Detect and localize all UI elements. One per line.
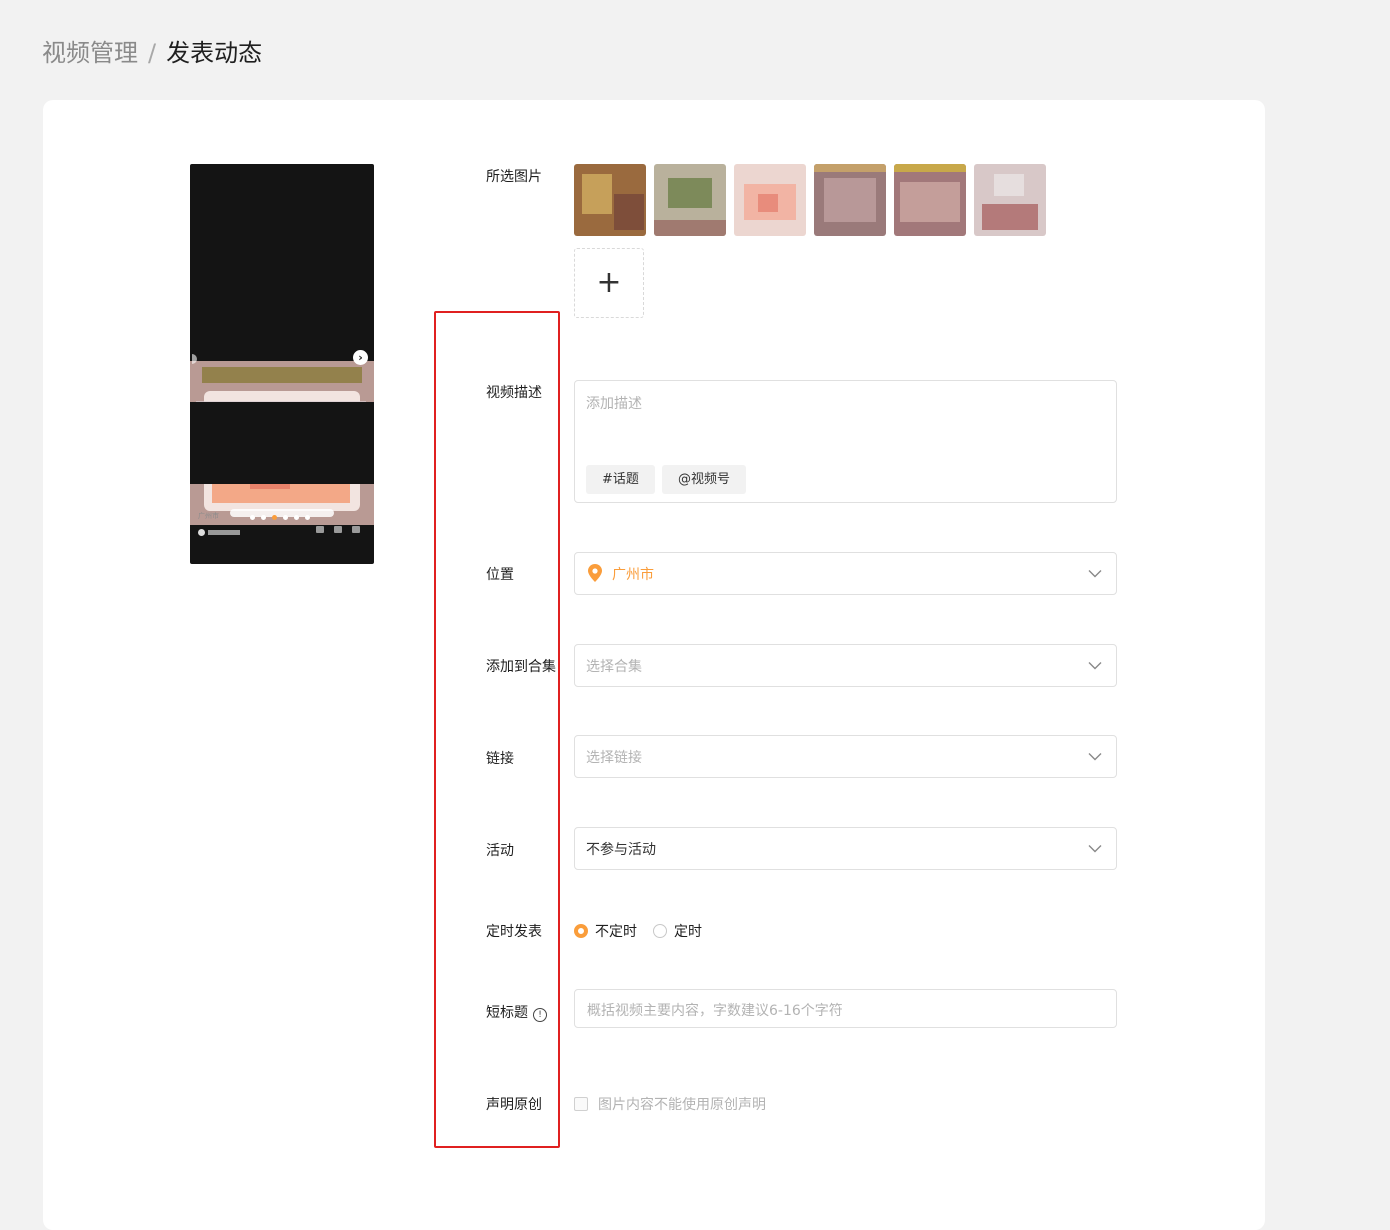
collection-placeholder: 选择合集 [586,659,642,675]
pagination-dot[interactable] [283,515,288,520]
location-select[interactable]: 广州市 [574,552,1117,595]
original-note: 图片内容不能使用原创声明 [598,1097,766,1113]
description-placeholder: 添加描述 [586,396,642,412]
breadcrumb: 视频管理 / 发表动态 [42,36,262,70]
activity-label: 活动 [486,843,514,859]
avatar [198,529,205,536]
preview-pagination [250,515,310,520]
image-thumb[interactable] [654,164,726,236]
chevron-down-icon [1088,570,1102,578]
activity-select[interactable]: 不参与活动 [574,827,1117,870]
chevron-down-icon [1088,845,1102,853]
preview-footer [190,402,374,484]
location-pin-icon [588,564,602,582]
image-thumb[interactable] [734,164,806,236]
description-label: 视频描述 [486,385,542,401]
original-checkbox-row: 图片内容不能使用原创声明 [574,1094,766,1114]
images-label: 所选图片 [486,169,542,185]
schedule-radio-group: 不定时 定时 [574,921,702,941]
original-checkbox[interactable] [574,1097,588,1111]
link-label: 链接 [486,751,514,767]
share-icon [316,526,324,533]
location-label: 位置 [486,567,514,583]
info-icon[interactable]: ! [533,1008,547,1022]
pagination-dot[interactable] [272,515,277,520]
image-thumb[interactable] [894,164,966,236]
collection-label: 添加到合集 [486,659,556,675]
preview-next-arrow[interactable]: › [353,350,368,365]
breadcrumb-current: 发表动态 [166,39,263,67]
breadcrumb-parent[interactable]: 视频管理 [42,39,138,67]
original-label: 声明原创 [486,1097,542,1113]
pagination-dot[interactable] [261,515,266,520]
image-thumb[interactable] [574,164,646,236]
radio-no-schedule[interactable] [574,924,588,938]
pagination-dot[interactable] [250,515,255,520]
radio-scheduled[interactable] [653,924,667,938]
like-icon [334,526,342,533]
short-title-input[interactable]: 概括视频主要内容，字数建议6-16个字符 [574,989,1117,1028]
short-title-placeholder: 概括视频主要内容，字数建议6-16个字符 [587,1003,843,1019]
schedule-label: 定时发表 [486,924,542,940]
breadcrumb-separator: / [148,39,157,67]
pagination-dot[interactable] [294,515,299,520]
phone-preview: › 广州市 [190,164,374,564]
author-name-blur [208,530,240,535]
description-input[interactable]: 添加描述 #话题 @视频号 [574,380,1117,503]
collection-select[interactable]: 选择合集 [574,644,1117,687]
short-title-label: 短标题! [486,1002,547,1022]
chevron-down-icon [1088,753,1102,761]
link-placeholder: 选择链接 [586,750,642,766]
mention-channel-button[interactable]: @视频号 [662,465,747,494]
preview-author [198,529,240,536]
pagination-dot[interactable] [305,515,310,520]
image-thumb[interactable] [974,164,1046,236]
location-value: 广州市 [612,567,654,583]
selected-images [574,164,1046,236]
preview-city: 广州市 [198,512,219,520]
radio-scheduled-label[interactable]: 定时 [674,921,702,941]
short-title-label-text: 短标题 [486,1005,528,1021]
preview-actions [316,526,360,533]
activity-value: 不参与活动 [586,842,656,858]
link-select[interactable]: 选择链接 [574,735,1117,778]
add-image-button[interactable]: + [574,248,644,318]
image-thumb[interactable] [814,164,886,236]
radio-no-schedule-label[interactable]: 不定时 [595,921,637,941]
comment-icon [352,526,360,533]
chevron-down-icon [1088,662,1102,670]
topic-button[interactable]: #话题 [586,465,655,494]
